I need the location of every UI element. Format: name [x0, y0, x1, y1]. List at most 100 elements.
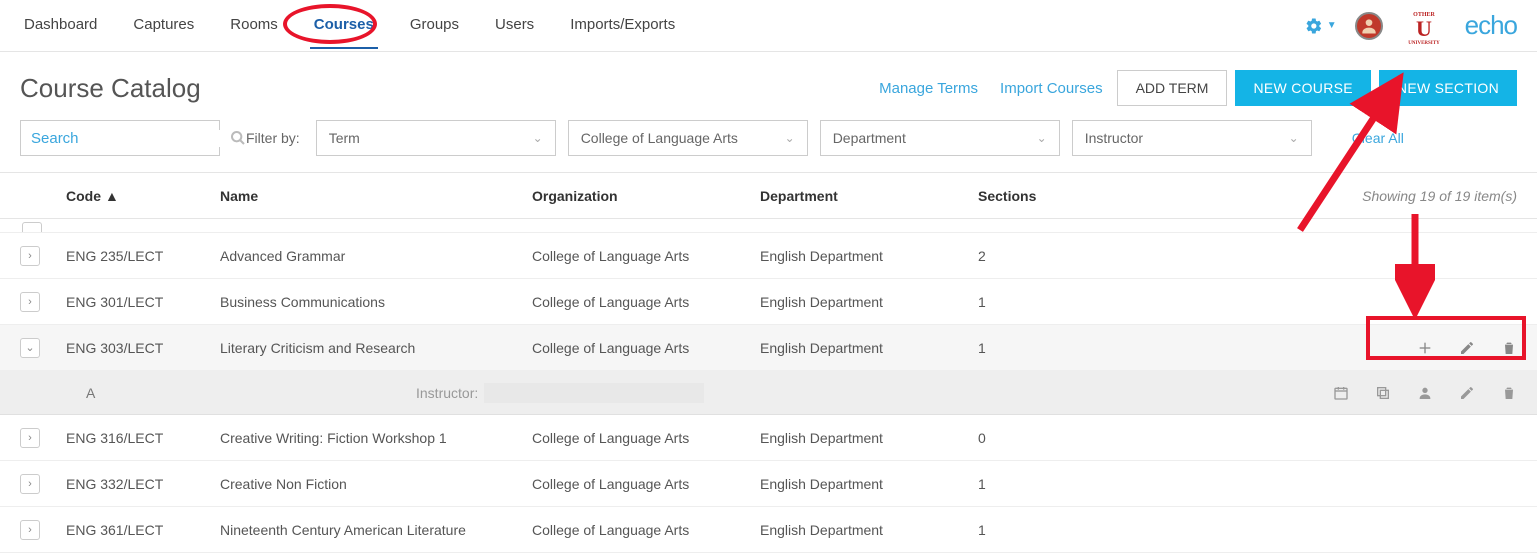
- manage-terms-link[interactable]: Manage Terms: [879, 80, 978, 97]
- svg-text:U: U: [1416, 16, 1432, 41]
- expand-toggle[interactable]: ⌄: [20, 338, 40, 358]
- showing-count: Showing 19 of 19 item(s): [1158, 188, 1517, 204]
- filter-organization-select[interactable]: College of Language Arts ⌄: [568, 120, 808, 156]
- cell-name: Literary Criticism and Research: [220, 340, 532, 356]
- cell-code: ENG 332/LECT: [66, 476, 220, 492]
- table-row: › ENG 332/LECT Creative Non Fiction Coll…: [0, 461, 1537, 507]
- cell-department: English Department: [760, 430, 978, 446]
- tab-groups[interactable]: Groups: [406, 2, 463, 49]
- cell-sections: 2: [978, 248, 1158, 264]
- col-header-department[interactable]: Department: [760, 188, 978, 204]
- cell-code: ENG 301/LECT: [66, 294, 220, 310]
- person-icon[interactable]: [1417, 385, 1433, 401]
- cell-code: ENG 303/LECT: [66, 340, 220, 356]
- cell-name: Creative Non Fiction: [220, 476, 532, 492]
- cell-department: English Department: [760, 248, 978, 264]
- settings-menu[interactable]: ▼: [1305, 17, 1337, 35]
- filter-bar: Filter by: Term ⌄ College of Language Ar…: [0, 120, 1537, 173]
- table-row: › ENG 301/LECT Business Communications C…: [0, 279, 1537, 325]
- cell-department: English Department: [760, 340, 978, 356]
- filter-department-select[interactable]: Department ⌄: [820, 120, 1060, 156]
- delete-icon[interactable]: [1501, 340, 1517, 356]
- expand-toggle[interactable]: ›: [20, 292, 40, 312]
- table-row: ⌄ ENG 303/LECT Literary Criticism and Re…: [0, 325, 1537, 371]
- cell-organization: College of Language Arts: [532, 522, 760, 538]
- page-title: Course Catalog: [20, 73, 201, 104]
- add-section-icon[interactable]: [1417, 340, 1433, 356]
- tab-users[interactable]: Users: [491, 2, 538, 49]
- col-header-sections[interactable]: Sections: [978, 188, 1158, 204]
- filter-by-label: Filter by:: [246, 130, 300, 146]
- chevron-down-icon: ⌄: [785, 131, 795, 145]
- expand-toggle[interactable]: ›: [20, 520, 40, 540]
- tab-captures[interactable]: Captures: [129, 2, 198, 49]
- section-subrow: A Instructor:: [0, 371, 1537, 415]
- new-section-button[interactable]: NEW SECTION: [1379, 70, 1517, 106]
- filter-instructor-select[interactable]: Instructor ⌄: [1072, 120, 1312, 156]
- chevron-down-icon: ⌄: [1037, 131, 1047, 145]
- cell-sections: 1: [978, 340, 1158, 356]
- expand-toggle[interactable]: ›: [20, 428, 40, 448]
- table-row: › ENG 316/LECT Creative Writing: Fiction…: [0, 415, 1537, 461]
- add-term-button[interactable]: ADD TERM: [1117, 70, 1228, 106]
- section-actions: [704, 385, 1517, 401]
- tab-imports-exports[interactable]: Imports/Exports: [566, 2, 679, 49]
- table-row: › ENG 361/LECT Nineteenth Century Americ…: [0, 507, 1537, 553]
- instructor-label: Instructor:: [416, 385, 478, 401]
- cell-organization: College of Language Arts: [532, 340, 760, 356]
- expand-toggle[interactable]: ›: [20, 246, 40, 266]
- import-courses-link[interactable]: Import Courses: [1000, 80, 1103, 97]
- org-badge[interactable]: OTHER U UNIVERSITY: [1401, 6, 1447, 46]
- section-label: A: [86, 385, 416, 401]
- calendar-icon[interactable]: [1333, 385, 1349, 401]
- new-course-button[interactable]: NEW COURSE: [1235, 70, 1370, 106]
- cell-organization: College of Language Arts: [532, 430, 760, 446]
- filter-term-select[interactable]: Term ⌄: [316, 120, 556, 156]
- search-box[interactable]: [20, 120, 220, 156]
- cell-sections: 1: [978, 476, 1158, 492]
- copy-icon[interactable]: [1375, 385, 1391, 401]
- col-header-name[interactable]: Name: [220, 188, 532, 204]
- partial-row-stub: [0, 219, 1537, 233]
- cell-department: English Department: [760, 294, 978, 310]
- filter-organization-value: College of Language Arts: [581, 130, 738, 146]
- user-avatar[interactable]: [1355, 12, 1383, 40]
- app-logo: echo: [1465, 10, 1517, 41]
- tab-rooms[interactable]: Rooms: [226, 2, 282, 49]
- cell-sections: 0: [978, 430, 1158, 446]
- cell-department: English Department: [760, 522, 978, 538]
- search-input[interactable]: [31, 130, 230, 147]
- gear-icon: [1305, 17, 1323, 35]
- cell-organization: College of Language Arts: [532, 248, 760, 264]
- tab-dashboard[interactable]: Dashboard: [20, 2, 101, 49]
- cell-sections: 1: [978, 522, 1158, 538]
- nav-tabs: Dashboard Captures Rooms Courses Groups …: [20, 2, 679, 49]
- table-row: › ENG 235/LECT Advanced Grammar College …: [0, 233, 1537, 279]
- instructor-value: [484, 383, 704, 403]
- tab-courses[interactable]: Courses: [310, 2, 378, 49]
- col-header-code[interactable]: Code ▲: [66, 188, 220, 204]
- cell-sections: 1: [978, 294, 1158, 310]
- cell-organization: College of Language Arts: [532, 476, 760, 492]
- table-header: Code ▲ Name Organization Department Sect…: [0, 173, 1537, 219]
- cell-name: Nineteenth Century American Literature: [220, 522, 532, 538]
- top-nav: Dashboard Captures Rooms Courses Groups …: [0, 0, 1537, 52]
- cell-code: ENG 361/LECT: [66, 522, 220, 538]
- cell-name: Creative Writing: Fiction Workshop 1: [220, 430, 532, 446]
- edit-icon[interactable]: [1459, 340, 1475, 356]
- edit-icon[interactable]: [1459, 385, 1475, 401]
- col-header-organization[interactable]: Organization: [532, 188, 760, 204]
- expand-toggle[interactable]: ›: [20, 474, 40, 494]
- sort-asc-icon: ▲: [105, 188, 119, 204]
- cell-organization: College of Language Arts: [532, 294, 760, 310]
- svg-text:UNIVERSITY: UNIVERSITY: [1408, 41, 1440, 46]
- cell-name: Business Communications: [220, 294, 532, 310]
- filter-term-value: Term: [329, 130, 360, 146]
- search-icon: [230, 130, 246, 146]
- filter-instructor-value: Instructor: [1085, 130, 1143, 146]
- delete-icon[interactable]: [1501, 385, 1517, 401]
- clear-all-link[interactable]: Clear All: [1352, 130, 1404, 146]
- chevron-down-icon: ▼: [1327, 20, 1337, 31]
- chevron-down-icon: ⌄: [1289, 131, 1299, 145]
- chevron-down-icon: ⌄: [533, 131, 543, 145]
